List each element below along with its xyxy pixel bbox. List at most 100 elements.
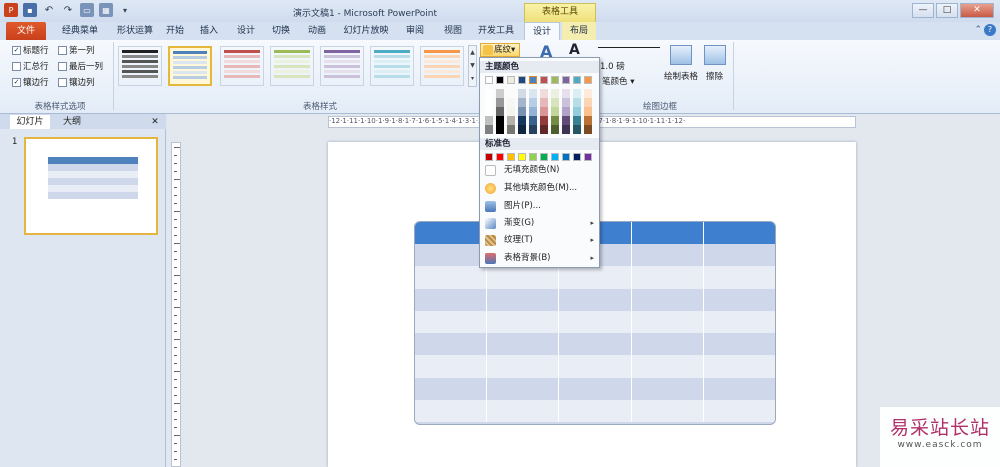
new-slide-icon[interactable]: ▭: [80, 3, 94, 17]
theme-shade-swatch[interactable]: [551, 98, 559, 107]
theme-shade-swatch[interactable]: [496, 116, 504, 125]
theme-color-swatch[interactable]: [485, 76, 493, 84]
theme-shade-swatch[interactable]: [540, 98, 548, 107]
powerpoint-app-icon[interactable]: P: [4, 3, 18, 17]
standard-color-swatch[interactable]: [573, 153, 581, 161]
redo-icon[interactable]: ↷: [61, 3, 75, 17]
theme-color-swatch[interactable]: [584, 76, 592, 84]
close-button[interactable]: ✕: [960, 3, 994, 18]
theme-shade-swatch[interactable]: [573, 89, 581, 98]
first-column-checkbox[interactable]: [58, 45, 67, 55]
tab-review[interactable]: 审阅: [402, 22, 428, 40]
theme-shade-swatch[interactable]: [562, 98, 570, 107]
theme-shade-swatch[interactable]: [518, 116, 526, 125]
minimize-button[interactable]: —: [912, 3, 934, 18]
more-fill-colors-item[interactable]: 其他填充颜色(M)...: [480, 181, 599, 196]
table-header-cell[interactable]: [632, 222, 704, 244]
table-row[interactable]: [415, 400, 775, 423]
theme-shade-swatch[interactable]: [540, 89, 548, 98]
standard-color-swatch[interactable]: [518, 153, 526, 161]
theme-shade-swatch[interactable]: [507, 107, 515, 116]
tab-slideshow[interactable]: 幻灯片放映: [340, 22, 392, 40]
standard-color-swatch[interactable]: [485, 153, 493, 161]
draw-table-label[interactable]: 绘制表格: [664, 70, 698, 82]
theme-color-swatch[interactable]: [507, 76, 515, 84]
theme-shade-swatch[interactable]: [584, 107, 592, 116]
picture-fill-item[interactable]: 图片(P)...: [480, 199, 599, 214]
table-row[interactable]: [415, 355, 775, 378]
theme-shade-swatch[interactable]: [496, 107, 504, 116]
standard-color-swatch[interactable]: [507, 153, 515, 161]
theme-color-swatch[interactable]: [551, 76, 559, 84]
tab-outline[interactable]: 大纲: [52, 115, 92, 129]
table-row[interactable]: [415, 266, 775, 289]
table-style-swatch-red[interactable]: [220, 46, 264, 86]
theme-shade-swatch[interactable]: [518, 107, 526, 116]
theme-shade-swatch[interactable]: [518, 125, 526, 134]
customize-qat-icon[interactable]: ▾: [118, 3, 132, 17]
table-row[interactable]: [415, 288, 775, 311]
tab-table-design[interactable]: 设计: [524, 22, 560, 40]
banded-rows-option[interactable]: ✓ 镶边行: [12, 76, 49, 88]
theme-shade-swatch[interactable]: [529, 89, 537, 98]
pen-color-button[interactable]: 笔颜色 ▾: [602, 75, 634, 87]
standard-color-swatch[interactable]: [496, 153, 504, 161]
theme-shade-swatch[interactable]: [573, 98, 581, 107]
layout-icon[interactable]: ▦: [99, 3, 113, 17]
tab-transitions[interactable]: 切换: [268, 22, 294, 40]
tab-slides[interactable]: 幻灯片: [10, 115, 50, 129]
theme-shade-swatch[interactable]: [529, 125, 537, 134]
tab-file[interactable]: 文件: [6, 22, 46, 40]
table-style-swatch-orange[interactable]: [420, 46, 464, 86]
minimize-ribbon-icon[interactable]: ⌃: [974, 25, 982, 35]
theme-shade-swatch[interactable]: [529, 98, 537, 107]
save-icon[interactable]: ▪: [23, 3, 37, 17]
theme-shade-swatch[interactable]: [485, 89, 493, 98]
standard-color-swatch[interactable]: [540, 153, 548, 161]
close-panel-icon[interactable]: ✕: [148, 115, 162, 129]
theme-shade-swatch[interactable]: [562, 89, 570, 98]
theme-shade-swatch[interactable]: [584, 125, 592, 134]
theme-shade-swatch[interactable]: [529, 107, 537, 116]
tab-classic-menu[interactable]: 经典菜单: [55, 22, 105, 40]
pen-style-line[interactable]: [598, 47, 660, 48]
theme-shade-swatch[interactable]: [584, 89, 592, 98]
tab-table-layout[interactable]: 布局: [562, 22, 596, 40]
pen-weight-value[interactable]: 1.0 磅: [600, 60, 625, 72]
table-header-cell[interactable]: [415, 222, 488, 244]
eraser-label[interactable]: 擦除: [706, 70, 723, 82]
theme-shade-swatch[interactable]: [485, 116, 493, 125]
banded-columns-checkbox[interactable]: [58, 77, 67, 87]
text-fill-icon[interactable]: A: [569, 42, 580, 58]
tab-home[interactable]: 开始: [162, 22, 188, 40]
standard-color-swatch[interactable]: [551, 153, 559, 161]
banded-rows-checkbox[interactable]: ✓: [12, 77, 21, 87]
table-style-swatch-aqua[interactable]: [370, 46, 414, 86]
theme-shade-swatch[interactable]: [485, 107, 493, 116]
header-row-checkbox[interactable]: ✓: [12, 45, 21, 55]
first-column-option[interactable]: 第一列: [58, 44, 95, 56]
help-icon[interactable]: ?: [984, 24, 996, 36]
table-styles-gallery-scroll[interactable]: ▲ ▼ ▾: [468, 45, 477, 87]
no-fill-item[interactable]: 无填充颜色(N): [480, 163, 599, 178]
last-column-checkbox[interactable]: [58, 61, 67, 71]
theme-shade-swatch[interactable]: [551, 116, 559, 125]
tab-design[interactable]: 设计: [233, 22, 259, 40]
total-row-option[interactable]: 汇总行: [12, 60, 49, 72]
theme-shade-swatch[interactable]: [584, 116, 592, 125]
theme-shade-swatch[interactable]: [529, 116, 537, 125]
standard-color-swatch[interactable]: [584, 153, 592, 161]
last-column-option[interactable]: 最后一列: [58, 60, 103, 72]
theme-shade-swatch[interactable]: [507, 89, 515, 98]
texture-fill-item[interactable]: 纹理(T) ▸: [480, 233, 599, 248]
table-style-swatch-purple[interactable]: [320, 46, 364, 86]
theme-shade-swatch[interactable]: [518, 98, 526, 107]
theme-shade-swatch[interactable]: [551, 89, 559, 98]
tab-developer[interactable]: 开发工具: [474, 22, 518, 40]
theme-shade-swatch[interactable]: [540, 107, 548, 116]
table-row[interactable]: [415, 310, 775, 334]
theme-shade-swatch[interactable]: [485, 98, 493, 107]
tab-animations[interactable]: 动画: [304, 22, 330, 40]
standard-color-swatch[interactable]: [562, 153, 570, 161]
gradient-fill-item[interactable]: 渐变(G) ▸: [480, 216, 599, 231]
